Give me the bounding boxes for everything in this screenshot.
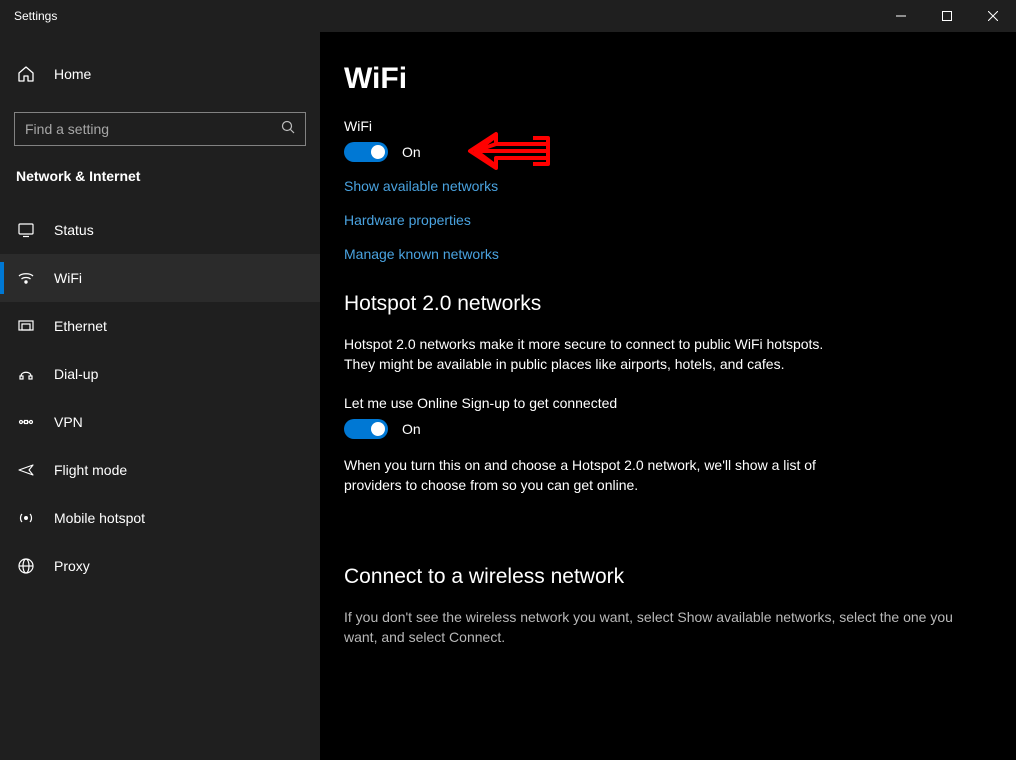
nav-list: Status WiFi Ethernet Dial-up — [0, 206, 320, 590]
sidebar-item-vpn[interactable]: VPN — [0, 398, 320, 446]
search-icon — [281, 120, 295, 139]
sidebar-item-label: Ethernet — [54, 318, 107, 334]
connect-description: If you don't see the wireless network yo… — [344, 607, 984, 648]
main-content: WiFi WiFi On Show available networks Har… — [320, 32, 1016, 760]
hotspot-icon — [16, 508, 36, 528]
home-nav[interactable]: Home — [0, 52, 320, 96]
hotspot-note: When you turn this on and choose a Hotsp… — [344, 455, 824, 496]
sidebar-item-label: Proxy — [54, 558, 90, 574]
sidebar-item-proxy[interactable]: Proxy — [0, 542, 320, 590]
dialup-icon — [16, 364, 36, 384]
ethernet-icon — [16, 316, 36, 336]
home-icon — [16, 64, 36, 84]
signup-toggle-state: On — [402, 421, 421, 437]
sidebar-item-label: Dial-up — [54, 366, 98, 382]
sidebar-item-status[interactable]: Status — [0, 206, 320, 254]
sidebar-item-label: Mobile hotspot — [54, 510, 145, 526]
page-title: WiFi — [344, 62, 992, 96]
titlebar: Settings — [0, 0, 1016, 32]
close-button[interactable] — [970, 0, 1016, 32]
wifi-toggle-row: On — [344, 142, 992, 162]
signup-toggle[interactable] — [344, 419, 388, 439]
sidebar-item-label: VPN — [54, 414, 83, 430]
sidebar-item-dialup[interactable]: Dial-up — [0, 350, 320, 398]
hotspot-description: Hotspot 2.0 networks make it more secure… — [344, 334, 824, 375]
connect-heading: Connect to a wireless network — [344, 565, 992, 589]
wifi-icon — [16, 268, 36, 288]
link-known-networks[interactable]: Manage known networks — [344, 246, 992, 262]
airplane-icon — [16, 460, 36, 480]
vpn-icon — [16, 412, 36, 432]
window-title: Settings — [14, 9, 57, 23]
wifi-toggle[interactable] — [344, 142, 388, 162]
home-label: Home — [54, 66, 91, 82]
sidebar-item-ethernet[interactable]: Ethernet — [0, 302, 320, 350]
sidebar-item-label: Status — [54, 222, 94, 238]
status-icon — [16, 220, 36, 240]
link-show-networks[interactable]: Show available networks — [344, 178, 992, 194]
wifi-toggle-state: On — [402, 144, 421, 160]
sidebar-item-label: Flight mode — [54, 462, 127, 478]
wifi-label: WiFi — [344, 118, 992, 134]
minimize-button[interactable] — [878, 0, 924, 32]
sidebar-item-wifi[interactable]: WiFi — [0, 254, 320, 302]
sidebar-item-flightmode[interactable]: Flight mode — [0, 446, 320, 494]
hotspot-heading: Hotspot 2.0 networks — [344, 292, 992, 316]
category-heading: Network & Internet — [0, 146, 320, 194]
signup-toggle-row: On — [344, 419, 992, 439]
maximize-button[interactable] — [924, 0, 970, 32]
search-box[interactable] — [14, 112, 306, 146]
globe-icon — [16, 556, 36, 576]
sidebar: Home Network & Internet Status — [0, 32, 320, 760]
signup-label: Let me use Online Sign-up to get connect… — [344, 395, 992, 411]
search-input[interactable] — [25, 121, 281, 137]
link-hardware-properties[interactable]: Hardware properties — [344, 212, 992, 228]
sidebar-item-hotspot[interactable]: Mobile hotspot — [0, 494, 320, 542]
sidebar-item-label: WiFi — [54, 270, 82, 286]
